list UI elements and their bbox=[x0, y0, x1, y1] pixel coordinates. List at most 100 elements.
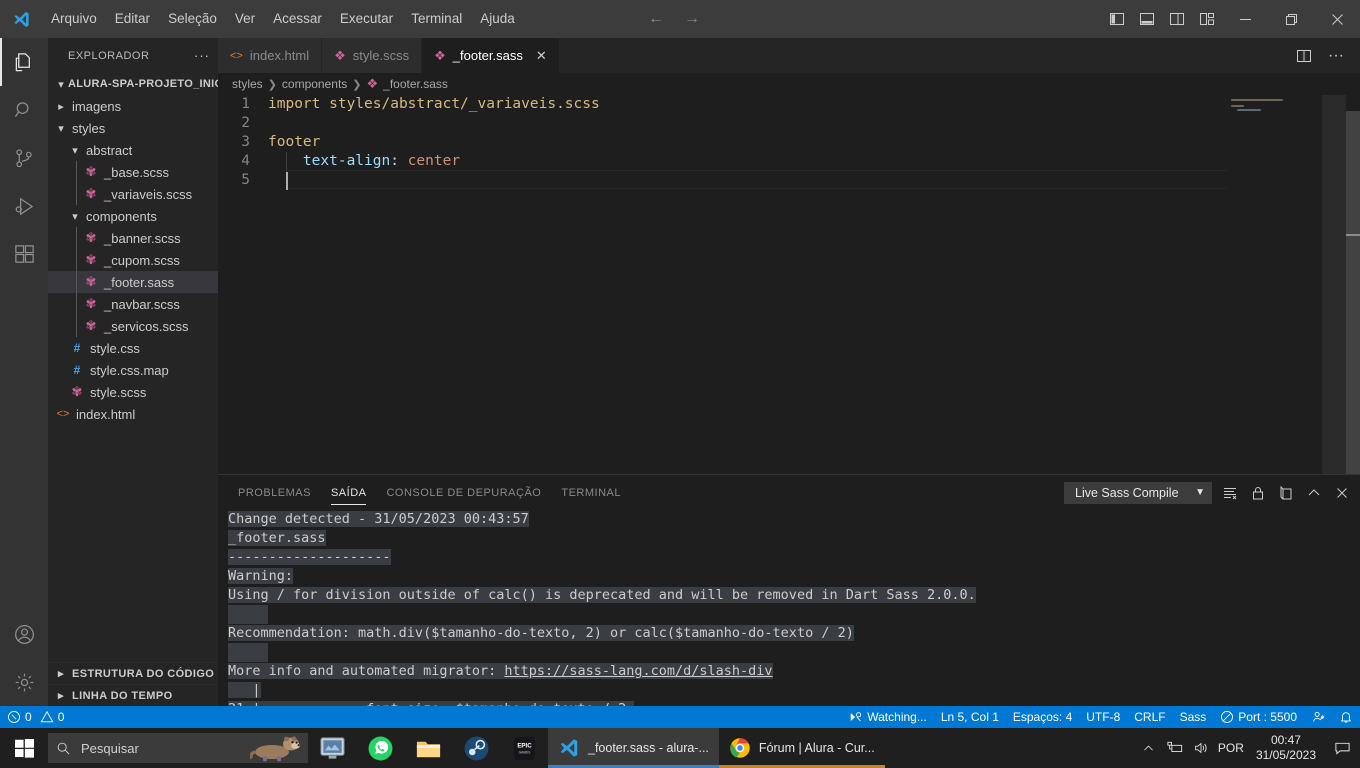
panel-tab-problemas[interactable]: PROBLEMAS bbox=[228, 475, 321, 510]
menu-executar[interactable]: Executar bbox=[331, 0, 402, 38]
open-in-editor-icon[interactable] bbox=[1276, 475, 1296, 510]
status-indentation[interactable]: Espaços: 4 bbox=[1006, 706, 1079, 728]
status-cursor-position[interactable]: Ln 5, Col 1 bbox=[934, 706, 1006, 728]
status-live-server-port[interactable]: Port : 5500 bbox=[1213, 706, 1304, 728]
port-label: Port : 5500 bbox=[1238, 710, 1297, 724]
status-language-mode[interactable]: Sass bbox=[1173, 706, 1214, 728]
tree-item-abstract[interactable]: ▾ abstract bbox=[48, 139, 218, 161]
activity-source-control-icon[interactable] bbox=[0, 134, 48, 182]
notification-icon[interactable] bbox=[1324, 728, 1360, 768]
chevron-up-icon[interactable] bbox=[1136, 728, 1162, 768]
more-actions-icon[interactable]: ··· bbox=[1322, 38, 1350, 73]
close-button[interactable] bbox=[1314, 0, 1360, 38]
output-line bbox=[228, 643, 1360, 662]
taskbar-window-chrome[interactable]: Fórum | Alura - Cur... bbox=[718, 728, 885, 768]
arrow-right-icon[interactable]: → bbox=[681, 10, 703, 28]
taskbar-search-input[interactable]: Pesquisar bbox=[48, 733, 308, 763]
tree-item-footer-sass[interactable]: ✾ _footer.sass bbox=[48, 271, 218, 293]
media-player-icon[interactable] bbox=[308, 728, 356, 768]
activity-extensions-icon[interactable] bbox=[0, 230, 48, 278]
tree-item-style-css[interactable]: # style.css bbox=[48, 337, 218, 359]
tree-root[interactable]: ▾ ALURA-SPA-PROJETO_INIC... bbox=[48, 73, 232, 95]
steam-icon[interactable] bbox=[452, 728, 500, 768]
toggle-primary-sidebar-icon[interactable] bbox=[1102, 0, 1132, 38]
clear-output-icon[interactable] bbox=[1220, 475, 1240, 510]
breadcrumb-components[interactable]: components bbox=[282, 77, 347, 91]
close-icon[interactable] bbox=[1332, 475, 1352, 510]
menu-terminal[interactable]: Terminal bbox=[402, 0, 471, 38]
customize-layout-icon[interactable] bbox=[1192, 0, 1222, 38]
tree-item-variaveis-scss[interactable]: ✾ _variaveis.scss bbox=[48, 183, 218, 205]
chevron-right-icon: ❯ bbox=[267, 78, 277, 91]
menu-acessar[interactable]: Acessar bbox=[264, 0, 331, 38]
tree-item-servicos-scss[interactable]: ✾ _servicos.scss bbox=[48, 315, 218, 337]
toggle-secondary-sidebar-icon[interactable] bbox=[1162, 0, 1192, 38]
section-estrutura-do-codigo[interactable]: ▸ ESTRUTURA DO CÓDIGO bbox=[48, 662, 218, 684]
output-channel-label: Live Sass Compile bbox=[1075, 485, 1179, 500]
status-problems[interactable]: 0 0 bbox=[0, 706, 71, 728]
output-channel-select[interactable]: Live Sass Compile ▼ bbox=[1064, 481, 1212, 504]
gear-icon[interactable] bbox=[0, 658, 48, 706]
volume-icon[interactable] bbox=[1188, 728, 1214, 768]
menu-selecao[interactable]: Seleção bbox=[159, 0, 226, 38]
network-icon[interactable] bbox=[1162, 728, 1188, 768]
toggle-panel-icon[interactable] bbox=[1132, 0, 1162, 38]
tree-item-label: styles bbox=[72, 120, 106, 136]
code-editor[interactable]: 1 import styles/abstract/_variaveis.scss 2… bbox=[218, 95, 1360, 506]
output-content[interactable]: Change detected - 31/05/2023 00:43:57 _fo… bbox=[218, 510, 1360, 706]
tree-item-cupom-scss[interactable]: ✾ _cupom.scss bbox=[48, 249, 218, 271]
close-icon[interactable]: ✕ bbox=[536, 48, 547, 64]
split-editor-icon[interactable] bbox=[1290, 38, 1318, 73]
section-linha-do-tempo[interactable]: ▸ LINHA DO TEMPO bbox=[48, 684, 218, 706]
status-encoding[interactable]: UTF-8 bbox=[1079, 706, 1127, 728]
breadcrumb-file[interactable]: _footer.sass bbox=[383, 77, 448, 91]
bell-icon[interactable] bbox=[1332, 706, 1360, 728]
menu-ver[interactable]: Ver bbox=[226, 0, 264, 38]
status-watching[interactable]: Watching... bbox=[842, 706, 934, 728]
breadcrumb-styles[interactable]: styles bbox=[232, 77, 263, 91]
account-icon[interactable] bbox=[0, 610, 48, 658]
tree-item-banner-scss[interactable]: ✾ _banner.scss bbox=[48, 227, 218, 249]
taskbar-window-vscode[interactable]: _footer.sass - alura-... bbox=[548, 728, 719, 768]
tree-item-components[interactable]: ▾ components bbox=[48, 205, 218, 227]
output-line: _footer.sass bbox=[228, 529, 1360, 548]
epic-games-icon[interactable]: EPIC GAMES bbox=[500, 728, 548, 768]
tab-footer-sass[interactable]: ❖ _footer.sass ✕ bbox=[422, 38, 560, 73]
tab-style-scss[interactable]: ❖ style.scss bbox=[322, 38, 423, 73]
menu-editar[interactable]: Editar bbox=[106, 0, 159, 38]
chevron-down-icon: ▾ bbox=[58, 122, 64, 135]
panel-tab-console-depuracao[interactable]: CONSOLE DE DEPURAÇÃO bbox=[376, 475, 551, 510]
windows-start-icon[interactable] bbox=[0, 728, 48, 768]
tree-item-style-scss[interactable]: ✾ style.scss bbox=[48, 381, 218, 403]
maximize-button[interactable] bbox=[1268, 0, 1314, 38]
activity-run-debug-icon[interactable] bbox=[0, 182, 48, 230]
whatsapp-icon[interactable] bbox=[356, 728, 404, 768]
minimap[interactable] bbox=[1227, 95, 1346, 506]
activity-explorer-icon[interactable] bbox=[0, 38, 48, 86]
tree-item-imagens[interactable]: ▸ imagens bbox=[48, 95, 218, 117]
feedback-icon[interactable] bbox=[1304, 706, 1332, 728]
minimize-button[interactable] bbox=[1222, 0, 1268, 38]
tab-index-html[interactable]: <> index.html bbox=[218, 38, 323, 73]
sass-docs-link[interactable]: https://sass-lang.com/d/slash-div bbox=[504, 663, 773, 679]
status-eol[interactable]: CRLF bbox=[1127, 706, 1172, 728]
panel-tab-terminal[interactable]: TERMINAL bbox=[551, 475, 631, 510]
tree-item-styles[interactable]: ▾ styles bbox=[48, 117, 218, 139]
panel-tab-saida[interactable]: SAÍDA bbox=[321, 475, 377, 510]
activity-search-icon[interactable] bbox=[0, 86, 48, 134]
menu-ajuda[interactable]: Ajuda bbox=[471, 0, 524, 38]
sidebar-more-actions[interactable]: ··· bbox=[194, 48, 210, 63]
output-line: | bbox=[228, 681, 1360, 700]
arrow-left-icon[interactable]: ← bbox=[645, 10, 667, 28]
tree-item-index-html[interactable]: <> index.html bbox=[48, 403, 218, 425]
language-indicator[interactable]: POR bbox=[1214, 728, 1248, 768]
file-explorer-icon[interactable] bbox=[404, 728, 452, 768]
taskbar-clock[interactable]: 00:47 31/05/2023 bbox=[1248, 728, 1324, 768]
editor-scrollbar[interactable] bbox=[1346, 111, 1360, 491]
tree-item-navbar-scss[interactable]: ✾ _navbar.scss bbox=[48, 293, 218, 315]
menu-arquivo[interactable]: Arquivo bbox=[42, 0, 106, 38]
tree-item-base-scss[interactable]: ✾ _base.scss bbox=[48, 161, 218, 183]
chevron-up-icon[interactable] bbox=[1304, 475, 1324, 510]
tree-item-style-css-map[interactable]: # style.css.map bbox=[48, 359, 218, 381]
lock-icon[interactable] bbox=[1248, 475, 1268, 510]
